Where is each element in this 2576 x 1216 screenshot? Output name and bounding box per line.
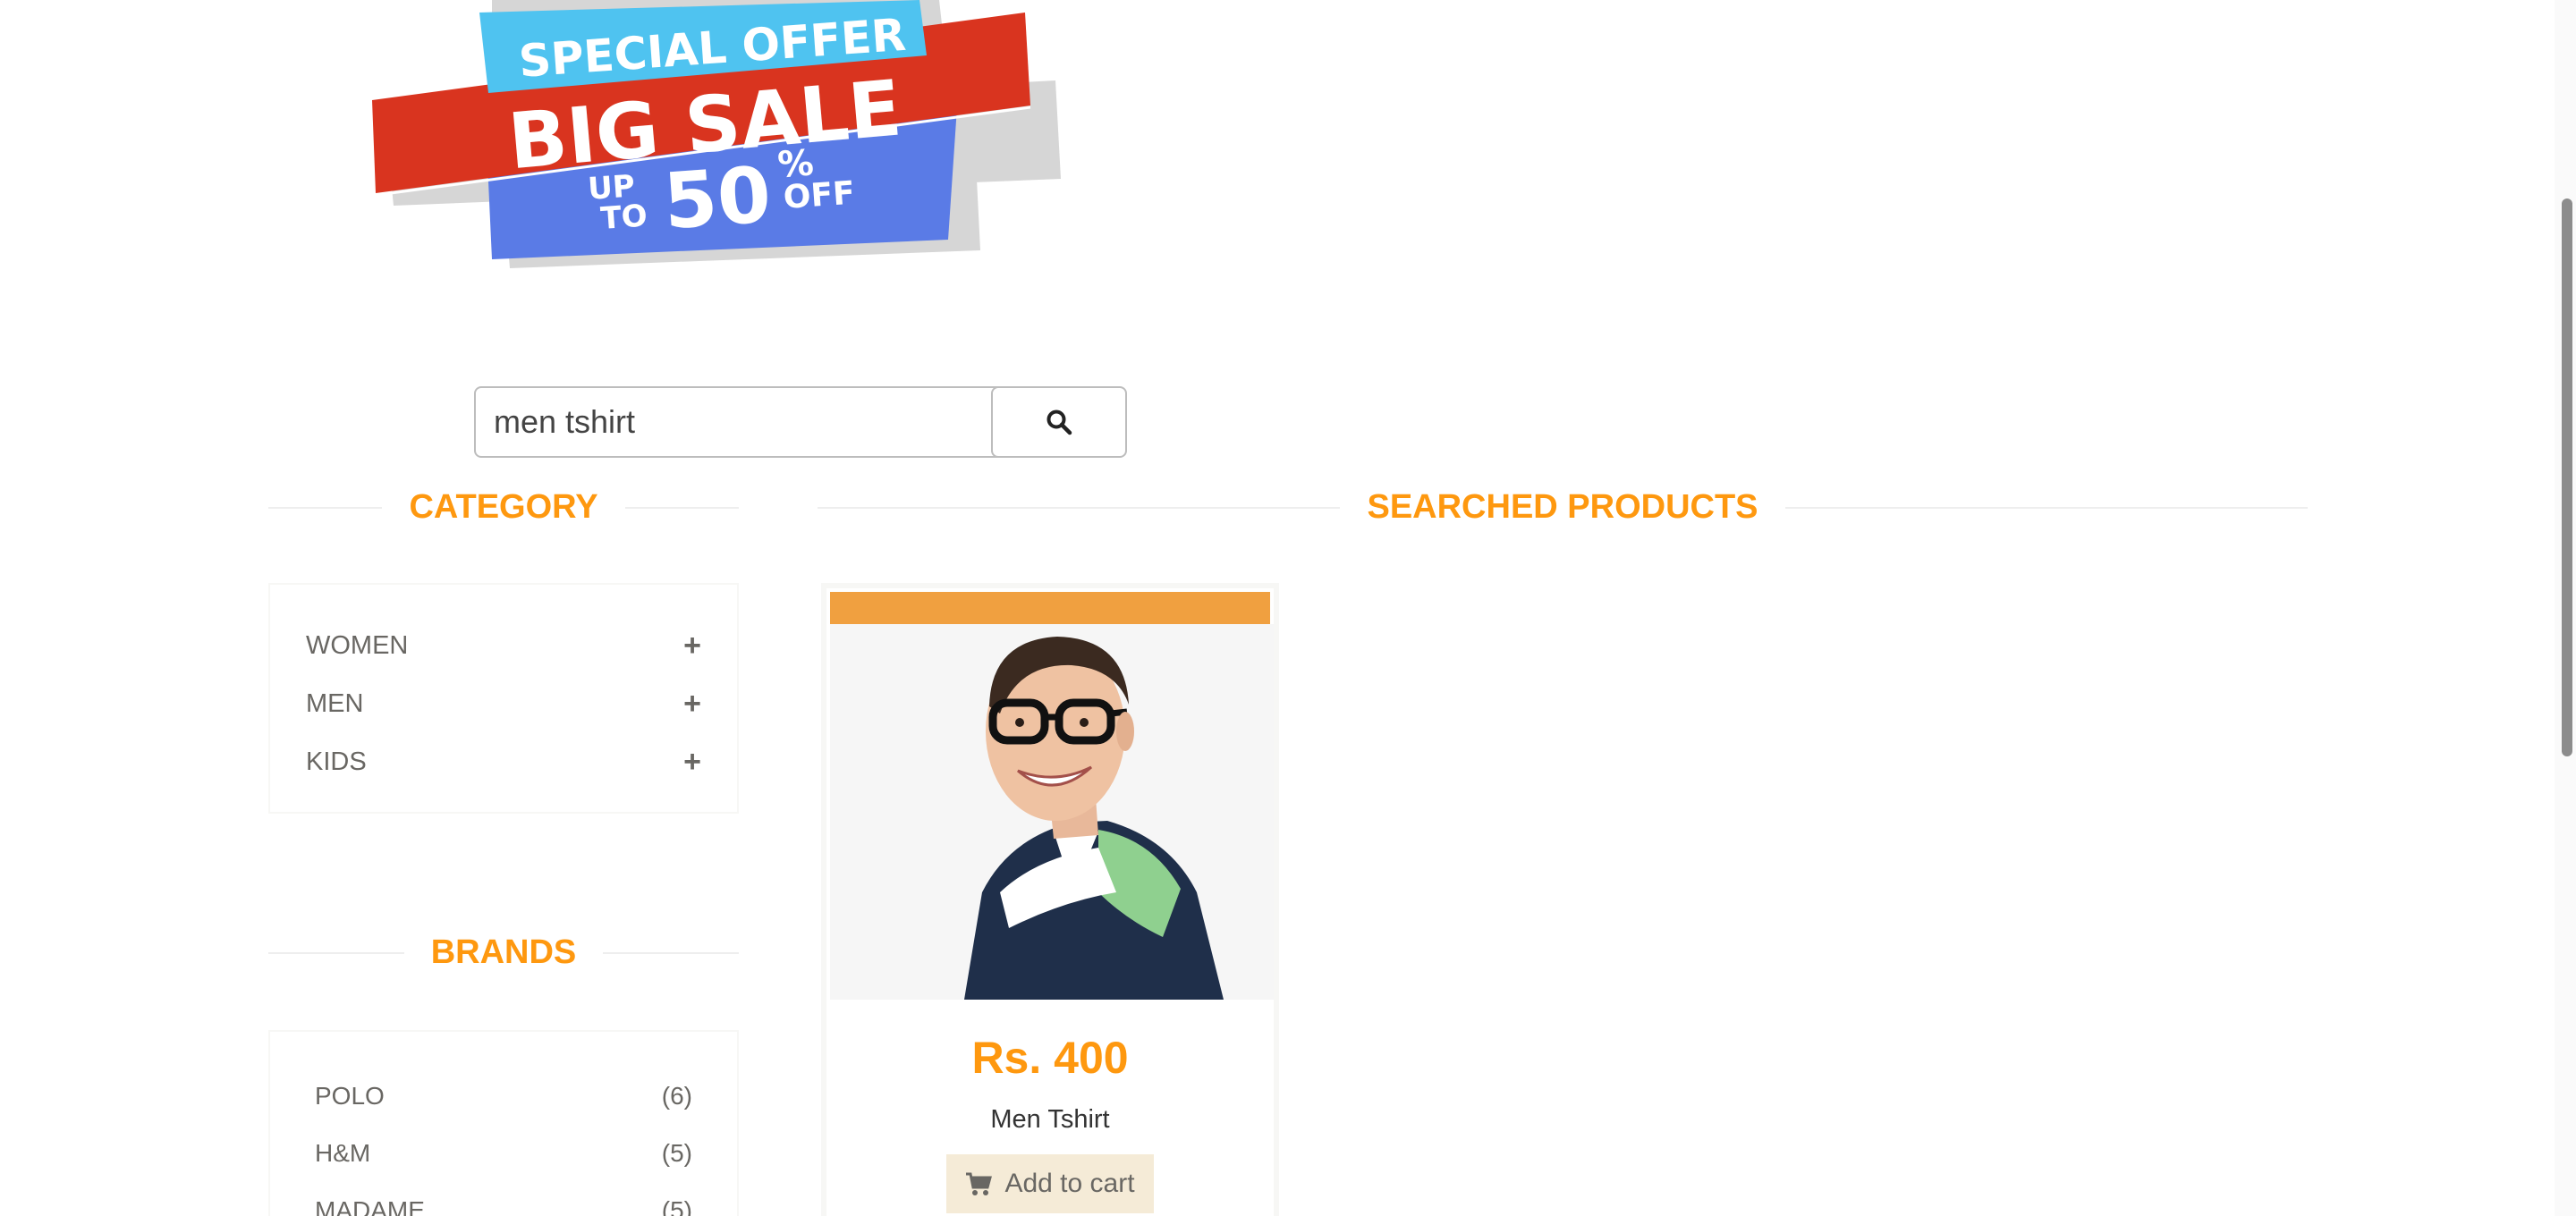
brand-item-madame[interactable]: MADAME (5) xyxy=(315,1182,692,1216)
banner-percent: 50 xyxy=(661,150,774,247)
add-to-cart-button[interactable]: Add to cart xyxy=(946,1154,1154,1213)
plus-icon[interactable]: + xyxy=(683,687,701,722)
category-item-women[interactable]: WOMEN + xyxy=(306,617,701,675)
search-button[interactable] xyxy=(991,386,1127,458)
product-image[interactable] xyxy=(830,624,1274,1000)
brand-count: (5) xyxy=(661,1196,692,1216)
divider xyxy=(268,506,383,509)
divider xyxy=(268,951,404,954)
search-bar xyxy=(474,386,1127,458)
brands-heading: BRANDS xyxy=(268,933,739,972)
product-price: Rs. 400 xyxy=(971,1033,1129,1083)
search-icon xyxy=(1046,410,1072,435)
sale-banner: SPECIAL OFFER BIG SALE UP TO 50 % OFF xyxy=(358,0,1073,277)
scrollbar-thumb[interactable] xyxy=(2562,198,2572,756)
product-name[interactable]: Men Tshirt xyxy=(826,1105,1274,1135)
brand-label: H&M xyxy=(315,1139,371,1167)
divider xyxy=(818,506,1341,509)
category-title: CATEGORY xyxy=(409,488,598,526)
brands-title: BRANDS xyxy=(430,933,577,971)
category-item-kids[interactable]: KIDS + xyxy=(306,733,701,791)
divider xyxy=(603,951,739,954)
brands-panel: POLO (6) H&M (5) MADAME (5) xyxy=(268,1030,739,1216)
category-heading: CATEGORY xyxy=(268,488,739,527)
divider xyxy=(1784,506,2309,509)
brand-count: (6) xyxy=(661,1082,692,1110)
category-label: MEN xyxy=(306,689,364,718)
brand-count: (5) xyxy=(661,1139,692,1167)
category-label: KIDS xyxy=(306,747,367,776)
category-item-men[interactable]: MEN + xyxy=(306,675,701,733)
plus-icon[interactable]: + xyxy=(683,629,701,663)
card-accent-bar xyxy=(830,592,1270,624)
brand-item-polo[interactable]: POLO (6) xyxy=(315,1068,692,1125)
shopping-cart-icon xyxy=(966,1172,993,1195)
banner-to: TO xyxy=(599,198,648,237)
page-scrollbar[interactable] xyxy=(2555,0,2576,1216)
plus-icon[interactable]: + xyxy=(683,745,701,780)
category-panel: WOMEN + MEN + KIDS + xyxy=(268,583,739,814)
product-card: Rs. 400 Men Tshirt Add to cart xyxy=(821,583,1279,1216)
search-input[interactable] xyxy=(474,386,1007,458)
category-label: WOMEN xyxy=(306,631,409,660)
divider xyxy=(624,506,739,509)
banner-off: OFF xyxy=(783,175,856,216)
brand-item-hm[interactable]: H&M (5) xyxy=(315,1125,692,1182)
brand-label: MADAME xyxy=(315,1196,425,1216)
add-to-cart-label: Add to cart xyxy=(1004,1169,1135,1198)
brand-label: POLO xyxy=(315,1082,385,1110)
products-title: SEARCHED PRODUCTS xyxy=(1367,488,1758,526)
products-heading: SEARCHED PRODUCTS xyxy=(818,488,2309,527)
